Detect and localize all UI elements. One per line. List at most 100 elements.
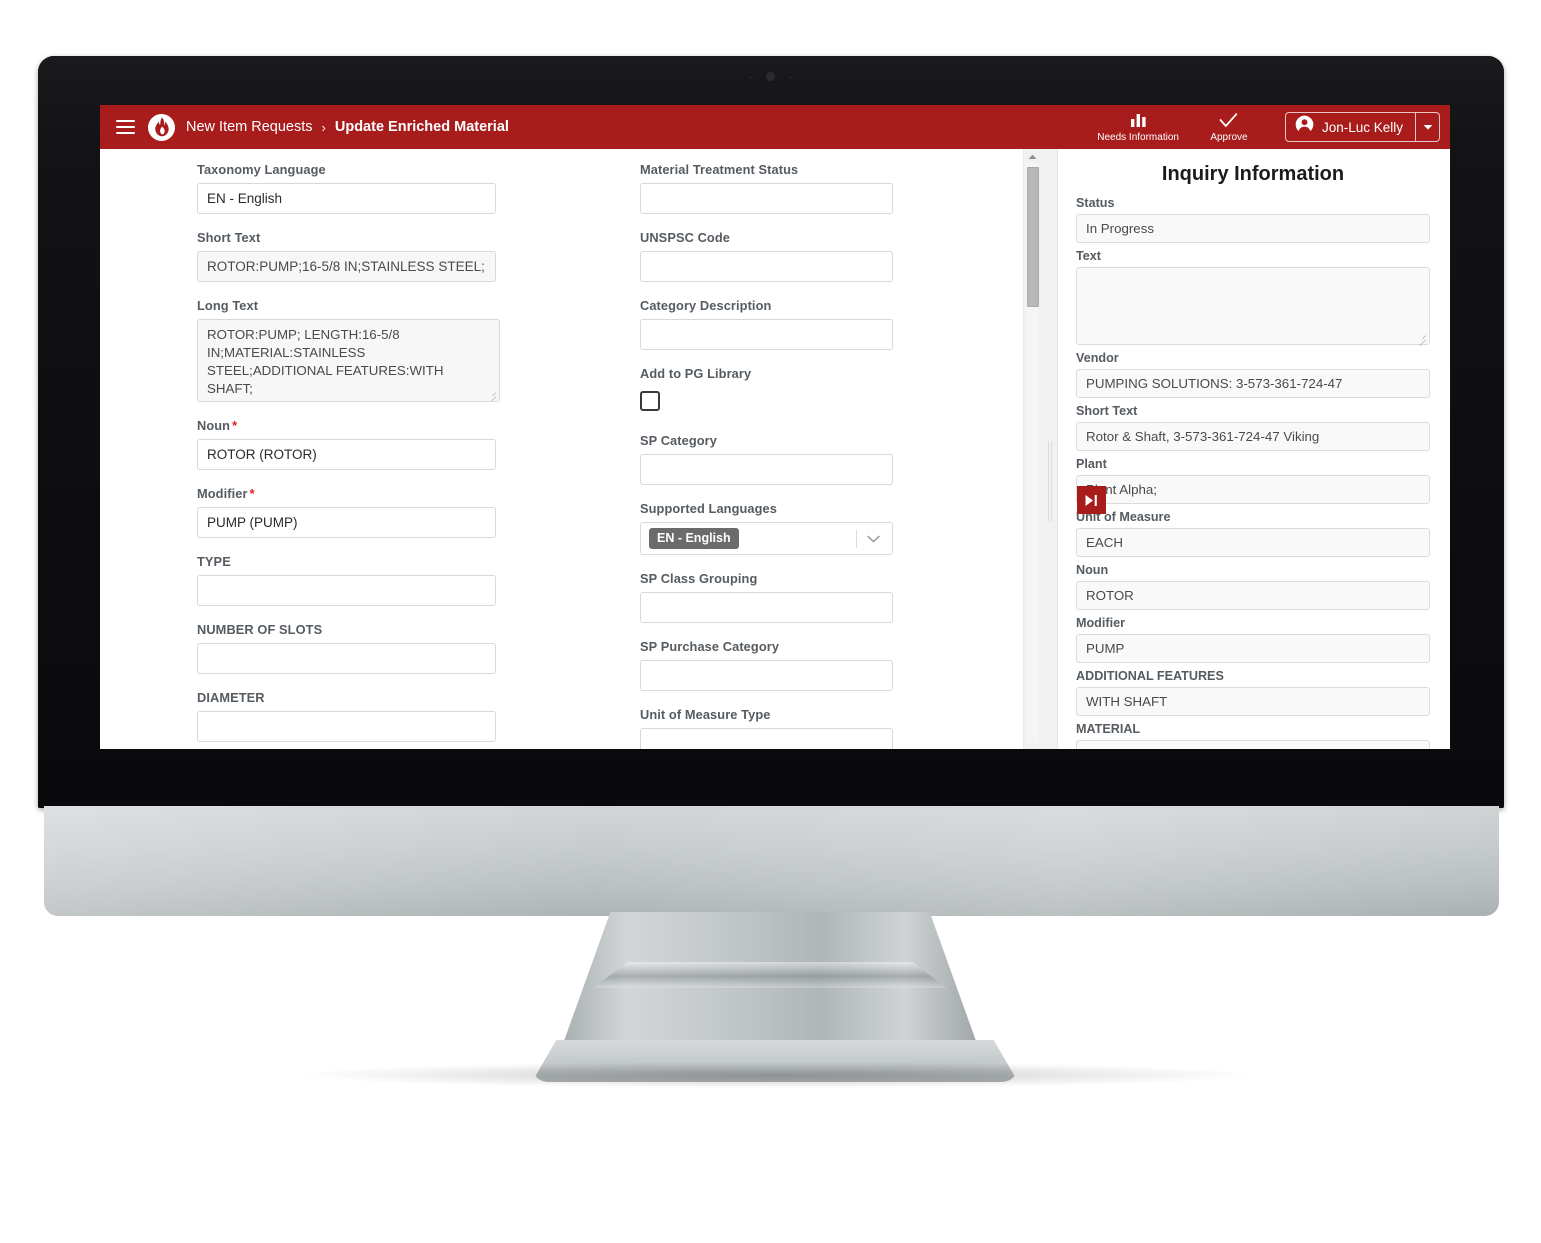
chevron-right-icon: ›	[321, 119, 326, 135]
form-scrollbar[interactable]	[1023, 149, 1040, 749]
sp-class-grouping-input[interactable]	[640, 592, 893, 623]
needs-information-label: Needs Information	[1097, 131, 1179, 143]
inquiry-plant-input[interactable]: Plant Alpha;	[1076, 475, 1430, 504]
field-label: Supported Languages	[640, 501, 777, 516]
add-to-pg-library-checkbox[interactable]	[640, 391, 660, 411]
scrollbar-thumb[interactable]	[1027, 167, 1039, 307]
field-label: Noun *	[197, 418, 640, 433]
sp-purchase-category-input[interactable]	[640, 660, 893, 691]
field-label: Vendor	[1076, 351, 1119, 365]
resize-handle-icon[interactable]	[1417, 333, 1427, 343]
resize-handle-icon[interactable]	[487, 390, 497, 400]
supported-languages-select[interactable]: EN - English	[640, 522, 893, 555]
user-name-label: Jon-Luc Kelly	[1321, 119, 1403, 135]
material-treatment-status-input[interactable]	[640, 183, 893, 214]
field-label: Modifier	[1076, 616, 1125, 630]
approve-button[interactable]: Approve	[1187, 109, 1271, 146]
field-label: Text	[1076, 249, 1101, 263]
field-modifier: Modifier * PUMP (PUMP)	[197, 486, 640, 538]
category-description-input[interactable]	[640, 319, 893, 350]
inquiry-field-plant: Plant Plant Alpha;	[1076, 457, 1430, 504]
breadcrumb-root-link[interactable]: New Item Requests	[186, 119, 313, 135]
unit-of-measure-type-input[interactable]	[640, 728, 893, 749]
field-label: Noun	[1076, 563, 1109, 577]
inquiry-short-text-input[interactable]: Rotor & Shaft, 3-573-361-724-47 Viking	[1076, 422, 1430, 451]
field-label: Short Text	[1076, 404, 1138, 418]
taxonomy-language-input[interactable]: EN - English	[197, 183, 496, 214]
long-text-value: ROTOR:PUMP; LENGTH:16-5/8 IN;MATERIAL:ST…	[207, 327, 444, 396]
app-body: Taxonomy Language EN - English Short Tex…	[100, 149, 1450, 749]
inquiry-additional-features-input[interactable]: WITH SHAFT	[1076, 687, 1430, 716]
scrollbar-up-caret-up-icon[interactable]	[1024, 152, 1041, 162]
field-type: TYPE	[197, 554, 640, 606]
field-label: SP Purchase Category	[640, 639, 780, 654]
field-long-text: Long Text ROTOR:PUMP; LENGTH:16-5/8 IN;M…	[197, 298, 640, 402]
field-sp-class-grouping: SP Class Grouping	[640, 571, 1057, 623]
chevron-down-icon[interactable]	[867, 535, 880, 543]
inquiry-modifier-input[interactable]: PUMP	[1076, 634, 1430, 663]
inquiry-field-additional-features: ADDITIONAL FEATURES WITH SHAFT	[1076, 669, 1430, 716]
inquiry-field-status: Status In Progress	[1076, 196, 1430, 243]
modifier-label-text: Modifier	[197, 486, 248, 501]
form-column-middle: Material Treatment Status UNSPSC Code Ca…	[640, 162, 1057, 749]
field-category-description: Category Description	[640, 298, 1057, 350]
short-text-input[interactable]: ROTOR:PUMP;16-5/8 IN;STAINLESS STEEL;	[197, 251, 496, 282]
field-label: Category Description	[640, 298, 772, 313]
inquiry-noun-input[interactable]: ROTOR	[1076, 581, 1430, 610]
select-controls	[856, 529, 888, 548]
long-text-textarea[interactable]: ROTOR:PUMP; LENGTH:16-5/8 IN;MATERIAL:ST…	[197, 319, 500, 402]
field-label: Unit of Measure Type	[640, 707, 771, 722]
monitor-chin-highlight	[44, 806, 1499, 916]
panel-splitter[interactable]	[1040, 149, 1057, 749]
enriched-material-form: Taxonomy Language EN - English Short Tex…	[100, 149, 1057, 749]
screenshot-stage: New Item Requests › Update Enriched Mate…	[0, 0, 1541, 1243]
inquiry-field-noun: Noun ROTOR	[1076, 563, 1430, 610]
field-taxonomy-language: Taxonomy Language EN - English	[197, 162, 640, 214]
user-menu-button[interactable]: Jon-Luc Kelly	[1286, 113, 1415, 141]
field-label: SP Category	[640, 433, 717, 448]
flame-logo-icon[interactable]	[148, 113, 175, 141]
field-label: MATERIAL	[1076, 722, 1141, 736]
breadcrumb-current-page: Update Enriched Material	[334, 119, 509, 135]
required-asterisk: *	[232, 418, 238, 433]
needs-information-button[interactable]: Needs Information	[1089, 109, 1187, 146]
modifier-input[interactable]: PUMP (PUMP)	[197, 507, 496, 538]
bar-chart-icon	[1130, 111, 1147, 130]
user-menu: Jon-Luc Kelly	[1284, 112, 1440, 142]
hamburger-menu-icon[interactable]	[110, 112, 140, 142]
field-label: SP Class Grouping	[640, 571, 758, 586]
noun-input[interactable]: ROTOR (ROTOR)	[197, 439, 496, 470]
inquiry-vendor-input[interactable]: PUMPING SOLUTIONS: 3-573-361-724-47	[1076, 369, 1430, 398]
field-sp-purchase-category: SP Purchase Category	[640, 639, 1057, 691]
inquiry-text-textarea[interactable]	[1076, 267, 1430, 345]
supported-languages-tag[interactable]: EN - English	[649, 528, 739, 549]
type-input[interactable]	[197, 575, 496, 606]
field-label: Plant	[1076, 457, 1107, 471]
monitor-stand-crease	[593, 962, 947, 988]
field-label: Long Text	[197, 298, 259, 313]
diameter-input[interactable]	[197, 711, 496, 742]
collapse-inquiry-panel-button[interactable]	[1077, 486, 1106, 514]
field-short-text: Short Text ROTOR:PUMP;16-5/8 IN;STAINLES…	[197, 230, 640, 282]
user-menu-caret-down-icon[interactable]	[1415, 113, 1439, 141]
inquiry-status-input[interactable]: In Progress	[1076, 214, 1430, 243]
inquiry-material-input[interactable]	[1076, 740, 1430, 749]
field-material-treatment-status: Material Treatment Status	[640, 162, 1057, 214]
unspsc-code-input[interactable]	[640, 251, 893, 282]
inquiry-field-unit-of-measure: Unit of Measure EACH	[1076, 510, 1430, 557]
breadcrumb: New Item Requests › Update Enriched Mate…	[186, 119, 509, 135]
field-sp-category: SP Category	[640, 433, 1057, 485]
number-of-slots-input[interactable]	[197, 643, 496, 674]
inquiry-unit-of-measure-input[interactable]: EACH	[1076, 528, 1430, 557]
app-header-bar: New Item Requests › Update Enriched Mate…	[100, 105, 1450, 149]
panel-splitter-handle[interactable]	[1048, 441, 1052, 521]
field-label: ADDITIONAL FEATURES	[1076, 669, 1224, 683]
field-noun: Noun * ROTOR (ROTOR)	[197, 418, 640, 470]
field-label: Unit of Measure	[1076, 510, 1171, 524]
sp-category-input[interactable]	[640, 454, 893, 485]
field-label: UNSPSC Code	[640, 230, 730, 245]
field-label: TYPE	[197, 554, 231, 569]
noun-label-text: Noun	[197, 418, 231, 433]
webcam-icon	[766, 72, 775, 81]
field-label: Status	[1076, 196, 1115, 210]
